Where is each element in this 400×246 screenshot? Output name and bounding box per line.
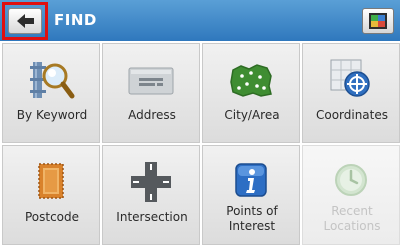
tile-label: Recent Locations	[303, 204, 400, 234]
road-intersection-icon	[131, 162, 171, 202]
address-card-icon	[128, 67, 174, 95]
tile-label: Address	[128, 108, 176, 122]
keyword-search-icon	[30, 62, 75, 99]
info-poi-icon	[235, 163, 267, 197]
map-view-icon	[369, 13, 387, 29]
tile-label-text: Points of Interest	[226, 204, 278, 233]
tile-points-of-interest[interactable]: Points of Interest	[202, 145, 300, 245]
tile-intersection[interactable]: Intersection	[102, 145, 200, 245]
tile-label: Points of Interest	[203, 204, 301, 234]
tile-coordinates[interactable]: Coordinates	[302, 43, 400, 143]
tile-address[interactable]: Address	[102, 43, 200, 143]
find-screen: FIND By Keyword Address City/Area Coordi…	[0, 0, 400, 246]
map-view-button[interactable]	[362, 8, 394, 34]
coordinates-crosshair-icon	[330, 59, 370, 97]
tile-postcode[interactable]: Postcode	[2, 145, 100, 245]
tile-label: Coordinates	[315, 108, 389, 122]
tile-label: By Keyword	[16, 108, 88, 122]
tile-label: City/Area	[224, 108, 280, 122]
back-arrow-icon	[17, 14, 34, 28]
tile-city-area[interactable]: City/Area	[202, 43, 300, 143]
header-bar: FIND	[0, 0, 400, 41]
find-options-grid: By Keyword Address City/Area Coordinates…	[0, 41, 400, 246]
postage-stamp-icon	[38, 163, 64, 199]
tile-label: Postcode	[24, 210, 80, 224]
recent-clock-icon	[335, 164, 367, 196]
tile-recent-locations: Recent Locations	[302, 145, 400, 245]
tile-by-keyword[interactable]: By Keyword	[2, 43, 100, 143]
city-area-map-icon	[230, 64, 272, 97]
back-button[interactable]	[8, 8, 42, 34]
tile-label: Intersection	[116, 210, 188, 224]
tile-label-text: Recent Locations	[323, 204, 381, 233]
page-title: FIND	[54, 11, 97, 29]
